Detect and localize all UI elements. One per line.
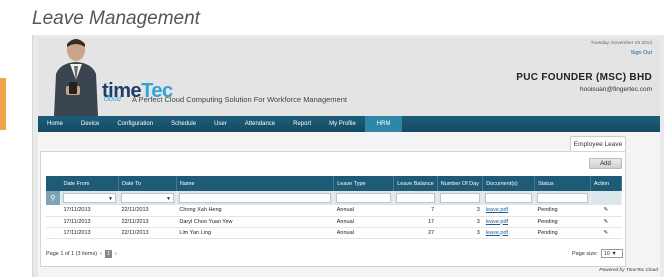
cell-leave-type: Annual bbox=[333, 205, 394, 217]
nav-device[interactable]: Device bbox=[72, 116, 108, 132]
leave-table: Date From Date To Name Leave Type Leave … bbox=[46, 176, 623, 239]
tab-employee-leave[interactable]: Employee Leave bbox=[570, 136, 626, 151]
logo-cloud-text: cloud bbox=[104, 96, 121, 103]
col-spacer bbox=[46, 176, 61, 191]
document-link[interactable]: leave.pdf bbox=[486, 207, 508, 213]
add-button[interactable]: Add bbox=[589, 158, 622, 169]
cell-name: Lim Yan Ling bbox=[176, 227, 334, 239]
cell-number-of-day: 3 bbox=[437, 227, 483, 239]
cell-date-to: 22/11/2013 bbox=[118, 216, 177, 228]
user-email: hooisuan@fingertec.com bbox=[580, 86, 652, 93]
sign-out-link[interactable]: Sign Out bbox=[631, 50, 652, 56]
document-link[interactable]: leave.pdf bbox=[486, 230, 508, 236]
cell-date-to: 22/11/2013 bbox=[118, 205, 177, 217]
filter-status[interactable] bbox=[537, 193, 588, 203]
cell-number-of-day: 3 bbox=[437, 216, 483, 228]
prev-page-button[interactable]: ‹ bbox=[100, 251, 102, 257]
edit-pencil-icon[interactable]: ✎ bbox=[590, 205, 622, 217]
filter-leave-type[interactable] bbox=[336, 193, 392, 203]
company-name: PUC FOUNDER (MSC) BHD bbox=[516, 72, 652, 83]
nav-schedule[interactable]: Schedule bbox=[162, 116, 205, 132]
edit-pencil-icon[interactable]: ✎ bbox=[590, 216, 622, 228]
cell-status: Pending bbox=[534, 227, 591, 239]
nav-report[interactable]: Report bbox=[284, 116, 320, 132]
cell-date-from: 17/11/2013 bbox=[60, 205, 119, 217]
nav-my-profile[interactable]: My Profile bbox=[320, 116, 365, 132]
edit-pencil-icon[interactable]: ✎ bbox=[590, 227, 622, 239]
accent-bar bbox=[0, 78, 6, 130]
col-name[interactable]: Name bbox=[176, 176, 335, 191]
page-size-select[interactable]: 10 ▼ bbox=[600, 249, 623, 258]
col-date-from[interactable]: Date From bbox=[60, 176, 119, 191]
page-size-control: Page size: 10 ▼ bbox=[572, 249, 623, 258]
tagline: A Perfect Cloud Computing Solution For W… bbox=[132, 95, 347, 104]
filter-number-of-day[interactable] bbox=[439, 193, 481, 203]
main-nav: Home Device Configuration Schedule User … bbox=[38, 116, 660, 132]
table-row: 17/11/2013 22/11/2013 Lim Yan Ling Annua… bbox=[46, 227, 622, 239]
cell-date-to: 22/11/2013 bbox=[118, 227, 177, 239]
cell-status: Pending bbox=[534, 216, 591, 228]
col-number-of-day[interactable]: Number Of Day bbox=[437, 176, 484, 191]
nav-configuration[interactable]: Configuration bbox=[108, 116, 162, 132]
filter-date-to[interactable]: ▼ bbox=[120, 193, 174, 203]
filter-documents[interactable] bbox=[485, 193, 532, 203]
col-status[interactable]: Status bbox=[534, 176, 591, 191]
cell-leave-balance: 17 bbox=[393, 216, 438, 228]
cell-date-from: 17/11/2013 bbox=[60, 227, 119, 239]
cell-name: Daryl Choo Yuan Yew bbox=[176, 216, 334, 228]
nav-attendance[interactable]: Attendance bbox=[236, 116, 284, 132]
filter-date-from[interactable]: ▼ bbox=[62, 193, 116, 203]
cell-status: Pending bbox=[534, 205, 591, 217]
cell-leave-balance: 27 bbox=[393, 227, 438, 239]
pager-info: Page 1 of 1 (3 items) bbox=[46, 251, 98, 257]
table-row: 17/11/2013 22/11/2013 Chong Xah Heng Ann… bbox=[46, 205, 622, 217]
next-page-button[interactable]: › bbox=[115, 251, 117, 257]
nav-user[interactable]: User bbox=[205, 116, 236, 132]
powered-by-footer: Powered by TimeTec Cloud bbox=[599, 268, 658, 273]
dropdown-arrow-icon: ▼ bbox=[165, 196, 171, 202]
current-date: Tuesday, November 19 2013 bbox=[590, 41, 652, 46]
cell-leave-type: Annual bbox=[333, 216, 394, 228]
page-size-label: Page size: bbox=[572, 250, 598, 257]
col-action: Action bbox=[590, 176, 623, 191]
col-documents[interactable]: Document(s) bbox=[482, 176, 535, 191]
cell-name: Chong Xah Heng bbox=[176, 205, 334, 217]
search-icon[interactable]: ⚲ bbox=[46, 191, 62, 205]
cell-number-of-day: 3 bbox=[437, 205, 483, 217]
dropdown-arrow-icon: ▼ bbox=[611, 251, 617, 257]
table-row: 17/11/2013 22/11/2013 Daryl Choo Yuan Ye… bbox=[46, 216, 622, 228]
current-page-button[interactable]: 1 bbox=[104, 250, 112, 258]
nav-hrm[interactable]: HRM bbox=[364, 116, 403, 132]
col-leave-balance[interactable]: Leave Balance bbox=[393, 176, 438, 191]
page-title: Leave Management bbox=[32, 8, 200, 29]
filter-name[interactable] bbox=[178, 193, 332, 203]
cell-date-from: 17/11/2013 bbox=[60, 216, 119, 228]
filter-leave-balance[interactable] bbox=[396, 193, 435, 203]
cell-leave-type: Annual bbox=[333, 227, 394, 239]
nav-home[interactable]: Home bbox=[38, 116, 72, 132]
col-date-to[interactable]: Date To bbox=[118, 176, 177, 191]
cell-leave-balance: 7 bbox=[393, 205, 438, 217]
col-leave-type[interactable]: Leave Type bbox=[333, 176, 395, 191]
pager: Page 1 of 1 (3 items) ‹ 1 › bbox=[46, 250, 117, 258]
dropdown-arrow-icon: ▼ bbox=[107, 196, 113, 202]
businessman-illustration bbox=[54, 39, 98, 116]
document-link[interactable]: leave.pdf bbox=[486, 219, 508, 225]
